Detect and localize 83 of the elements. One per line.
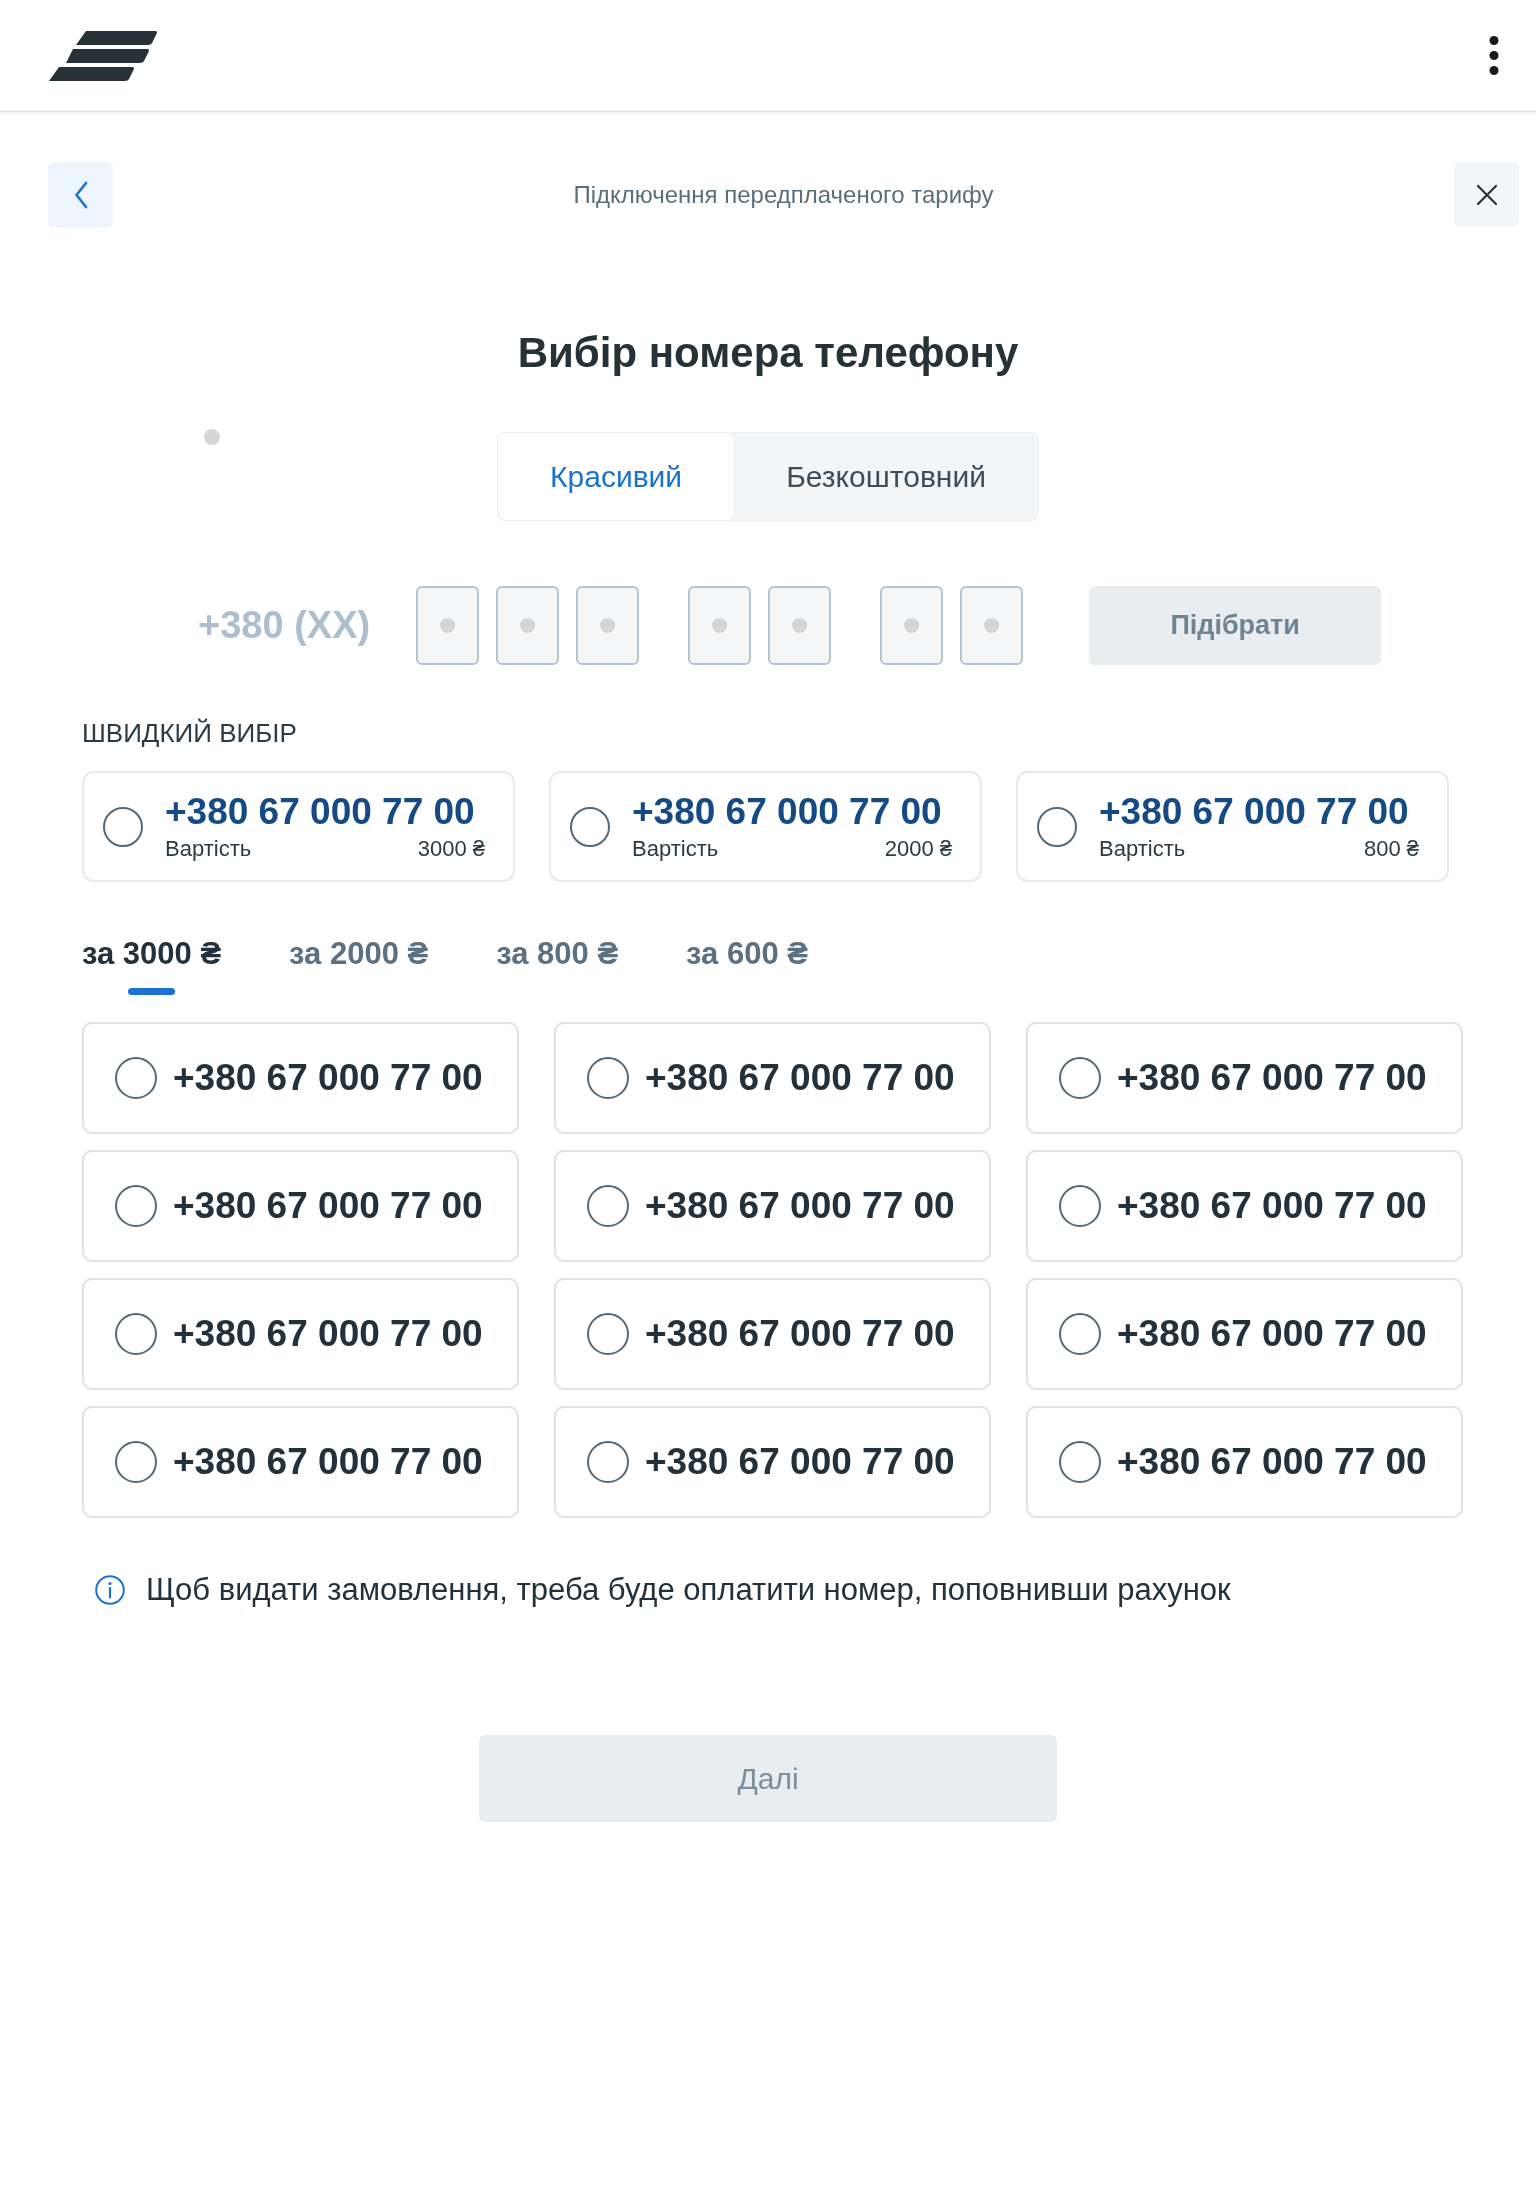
number-option-card[interactable]: +380 67 000 77 00 xyxy=(1026,1022,1463,1134)
number-option-card[interactable]: +380 67 000 77 00 xyxy=(82,1150,519,1262)
price-tab[interactable]: за 800 ₴ xyxy=(496,937,619,995)
phone-number: +380 67 000 77 00 xyxy=(645,1057,955,1099)
digit-field[interactable] xyxy=(416,586,480,665)
logo-icon[interactable] xyxy=(48,29,158,82)
phone-number: +380 67 000 77 00 xyxy=(173,1185,483,1227)
dot-icon xyxy=(520,618,536,633)
phone-number: +380 67 000 77 00 xyxy=(173,1057,483,1099)
radio-button[interactable] xyxy=(115,1185,157,1227)
radio-button[interactable] xyxy=(587,1441,629,1483)
number-option-card[interactable]: +380 67 000 77 00 xyxy=(554,1022,991,1134)
radio-button[interactable] xyxy=(115,1441,157,1483)
radio-button[interactable] xyxy=(1059,1057,1101,1099)
price-tab[interactable]: за 600 ₴ xyxy=(686,937,808,995)
radio-button[interactable] xyxy=(1059,1313,1101,1355)
dot-icon xyxy=(440,618,456,633)
digit-field[interactable] xyxy=(576,586,640,665)
phone-number: +380 67 000 77 00 xyxy=(645,1313,955,1355)
number-option-card[interactable]: +380 67 000 77 00 xyxy=(554,1150,991,1262)
number-option-card[interactable]: +380 67 000 77 00 xyxy=(82,1406,519,1518)
chevron-left-icon xyxy=(73,180,88,209)
phone-number: +380 67 000 77 00 xyxy=(173,1313,483,1355)
price-label: 3000 ₴ xyxy=(417,835,485,862)
number-option-card[interactable]: +380 67 000 77 00 xyxy=(82,1278,519,1390)
info-text: Щоб видати замовлення, треба буде оплатити номер, поповнивши рахунок xyxy=(146,1572,1231,1608)
radio-button[interactable] xyxy=(1059,1185,1101,1227)
radio-button[interactable] xyxy=(103,806,143,847)
more-options-icon[interactable] xyxy=(1489,36,1499,75)
radio-button[interactable] xyxy=(570,806,610,847)
number-option-card[interactable]: +380 67 000 77 00 Вартість 3000 ₴ xyxy=(82,771,515,882)
radio-button[interactable] xyxy=(1059,1441,1101,1483)
phone-number: +380 67 000 77 00 xyxy=(1117,1313,1427,1355)
digit-field[interactable] xyxy=(960,586,1024,665)
dot-icon xyxy=(712,618,728,633)
phone-number: +380 67 000 77 00 xyxy=(645,1441,955,1483)
dot-icon xyxy=(600,618,616,633)
page-heading: Вибір номера телефону xyxy=(517,328,1019,378)
number-option-card[interactable]: +380 67 000 77 00 xyxy=(1026,1278,1463,1390)
price-tab[interactable]: за 3000 ₴ xyxy=(82,937,222,995)
phone-number: +380 67 000 77 00 xyxy=(632,791,942,832)
dot-icon xyxy=(984,618,1000,633)
number-option-card[interactable]: +380 67 000 77 00 xyxy=(1026,1150,1463,1262)
phone-number: +380 67 000 77 00 xyxy=(1099,791,1409,832)
phone-number: +380 67 000 77 00 xyxy=(173,1441,483,1483)
info-icon xyxy=(95,1575,125,1605)
cost-label: Вартість xyxy=(1099,835,1186,862)
number-option-card[interactable]: +380 67 000 77 00 xyxy=(82,1022,519,1134)
phone-number: +380 67 000 77 00 xyxy=(165,791,475,832)
price-label: 2000 ₴ xyxy=(884,835,952,862)
digit-field[interactable] xyxy=(496,586,560,665)
cost-label: Вартість xyxy=(632,835,719,862)
tab[interactable]: Безкоштовний xyxy=(734,433,1038,520)
phone-number: +380 67 000 77 00 xyxy=(1117,1185,1427,1227)
phone-number: +380 67 000 77 00 xyxy=(645,1185,955,1227)
radio-button[interactable] xyxy=(587,1057,629,1099)
section-title: ШВИДКИЙ ВИБІР xyxy=(82,718,297,748)
phone-number: +380 67 000 77 00 xyxy=(1117,1441,1427,1483)
price-tab[interactable]: за 2000 ₴ xyxy=(289,937,429,995)
dot-icon xyxy=(792,618,808,633)
number-option-card[interactable]: +380 67 000 77 00 Вартість 2000 ₴ xyxy=(549,771,982,882)
close-button[interactable] xyxy=(1454,162,1519,227)
radio-button[interactable] xyxy=(115,1313,157,1355)
price-label: 800 ₴ xyxy=(1363,835,1419,862)
phone-prefix: +380 (XX) xyxy=(198,604,371,647)
number-option-card[interactable]: +380 67 000 77 00 xyxy=(554,1278,991,1390)
dot-icon xyxy=(204,429,220,445)
number-option-card[interactable]: +380 67 000 77 00 xyxy=(1026,1406,1463,1518)
dot-icon xyxy=(904,618,920,633)
digit-field[interactable] xyxy=(880,586,944,665)
number-option-card[interactable]: +380 67 000 77 00 Вартість 800 ₴ xyxy=(1016,771,1449,882)
radio-button[interactable] xyxy=(587,1313,629,1355)
radio-button[interactable] xyxy=(1037,806,1077,847)
radio-button[interactable] xyxy=(115,1057,157,1099)
number-option-card[interactable]: +380 67 000 77 00 xyxy=(554,1406,991,1518)
tab[interactable]: Красивий xyxy=(498,433,735,520)
phone-number: +380 67 000 77 00 xyxy=(1117,1057,1427,1099)
digit-field[interactable] xyxy=(688,586,752,665)
page-title: Підключення передплаченого тарифу xyxy=(573,180,994,209)
close-icon xyxy=(1475,183,1498,206)
radio-button[interactable] xyxy=(587,1185,629,1227)
digit-field[interactable] xyxy=(768,586,832,665)
cost-label: Вартість xyxy=(165,835,252,862)
